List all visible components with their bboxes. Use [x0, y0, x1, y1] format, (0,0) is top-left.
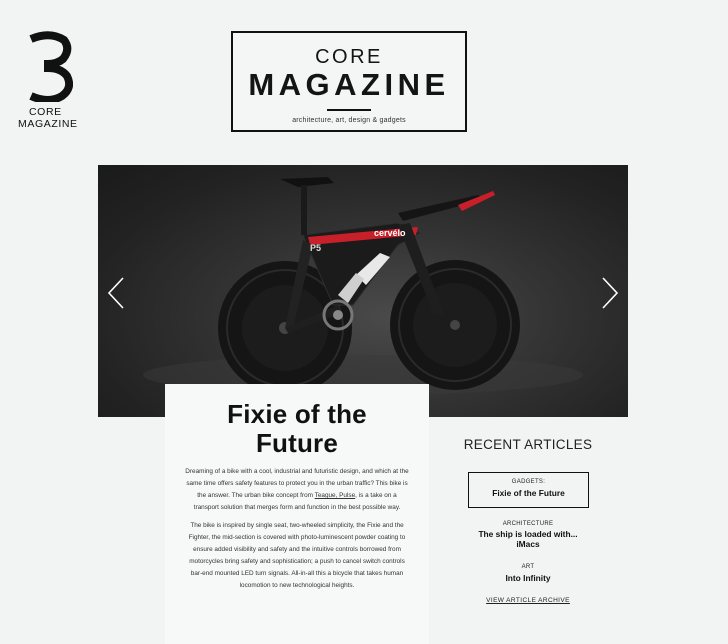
masthead-title-top: CORE	[315, 46, 383, 68]
bike-model-text: P5	[310, 243, 321, 253]
logo-text-core: CORE	[29, 106, 62, 118]
recent-article-item[interactable]: ART Into Infinity	[458, 564, 598, 583]
masthead-divider	[327, 109, 371, 111]
recent-article-title: The ship is loaded with... iMacs	[478, 529, 578, 549]
recent-article-category: GADGETS:	[511, 479, 546, 485]
article-paragraph-1: Dreaming of a bike with a cool, industri…	[183, 466, 411, 514]
article-title[interactable]: Fixie of the Future	[183, 400, 411, 458]
article-paragraph-2: The bike is inspired by single seat, two…	[188, 522, 406, 589]
masthead-title-bottom: MAGAZINE	[248, 67, 450, 102]
hero-slider: cervélo P5	[98, 165, 628, 417]
time-trial-bicycle-photo: cervélo P5	[143, 177, 583, 395]
chevron-left-icon	[107, 277, 124, 309]
number-three-icon	[29, 31, 73, 102]
masthead[interactable]: CORE MAGAZINE architecture, art, design …	[231, 31, 467, 132]
slider-next-button[interactable]	[597, 275, 621, 311]
slider-prev-button[interactable]	[105, 275, 129, 311]
recent-articles: RECENT ARTICLES GADGETS: Fixie of the Fu…	[458, 437, 598, 604]
recent-article-category: ARCHITECTURE	[502, 521, 554, 527]
recent-article-item-active[interactable]: GADGETS: Fixie of the Future	[468, 472, 589, 508]
recent-articles-heading: RECENT ARTICLES	[463, 437, 593, 452]
bike-brand-text: cervélo	[374, 228, 406, 238]
teague-pulse-link[interactable]: Teague, Pulse	[315, 492, 356, 499]
recent-article-title: Into Infinity	[505, 573, 551, 583]
masthead-tagline: architecture, art, design & gadgets	[292, 117, 406, 124]
recent-article-item[interactable]: ARCHITECTURE The ship is loaded with... …	[458, 521, 598, 549]
logo-text-magazine: MAGAZINE	[18, 118, 78, 130]
featured-article: Fixie of the Future Dreaming of a bike w…	[165, 384, 429, 644]
site-logo[interactable]: CORE MAGAZINE	[18, 30, 78, 130]
chevron-right-icon	[602, 277, 619, 309]
view-archive-link[interactable]: VIEW ARTICLE ARCHIVE	[458, 597, 598, 604]
recent-article-category: ART	[521, 564, 535, 570]
recent-article-title: Fixie of the Future	[492, 488, 565, 498]
